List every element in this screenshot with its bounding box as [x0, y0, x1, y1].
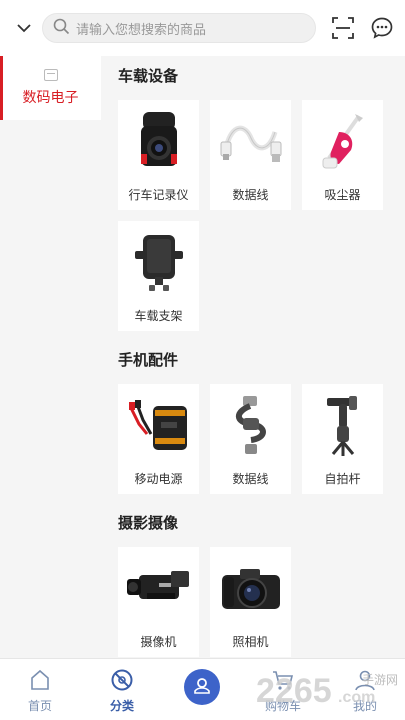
nav-item-category[interactable]: 分类: [87, 659, 157, 720]
nav-label: 首页: [27, 699, 52, 713]
product-name: 照相机: [232, 635, 269, 649]
product-card[interactable]: 自拍杆: [302, 384, 383, 494]
center-action-icon: [192, 675, 212, 699]
usb-cable-image: [217, 108, 285, 176]
active-indicator: [0, 56, 3, 120]
image-placeholder-icon: [43, 69, 58, 81]
chevron-down-icon[interactable]: [12, 16, 36, 40]
nav-label: 分类: [109, 699, 134, 713]
center-action-button[interactable]: [184, 669, 220, 705]
watermark-logo: 2265 .com 手游网: [254, 666, 404, 714]
section-title: 车载设备: [118, 67, 179, 85]
section-title: 手机配件: [118, 351, 179, 369]
product-grid-panel: 车载设备 行车记录仪 数据线 吸尘器 车载支架 手机配件 移动电源 数据线 自拍…: [101, 56, 405, 658]
product-card[interactable]: 数据线: [210, 384, 291, 494]
sidebar-item-label: 数码电子: [22, 90, 79, 106]
product-name: 数据线: [232, 472, 269, 486]
product-card[interactable]: 移动电源: [118, 384, 199, 494]
scan-icon[interactable]: [329, 14, 357, 42]
svg-text:2265: 2265: [256, 672, 332, 710]
selfie-stick-image: [309, 392, 377, 460]
product-card[interactable]: 行车记录仪: [118, 100, 199, 210]
category-icon: [110, 667, 134, 693]
product-card[interactable]: 照相机: [210, 547, 291, 657]
product-name: 车载支架: [134, 309, 183, 323]
search-input[interactable]: 请输入您想搜索的商品: [42, 13, 316, 43]
product-card[interactable]: 吸尘器: [302, 100, 383, 210]
section-title: 摄影摄像: [118, 514, 179, 532]
car-mount-image: [125, 229, 193, 297]
home-icon: [29, 667, 51, 693]
search-placeholder: 请输入您想搜索的商品: [76, 22, 207, 38]
vacuum-image: [309, 108, 377, 176]
product-card[interactable]: 摄像机: [118, 547, 199, 657]
svg-text:.com: .com: [338, 689, 375, 706]
product-name: 吸尘器: [324, 188, 361, 202]
product-name: 数据线: [232, 188, 269, 202]
product-name: 自拍杆: [324, 472, 361, 486]
product-card[interactable]: 数据线: [210, 100, 291, 210]
svg-text:手游网: 手游网: [362, 673, 398, 687]
product-name: 移动电源: [134, 472, 183, 486]
power-bank-image: [125, 392, 193, 460]
braided-cable-image: [217, 392, 285, 460]
product-card[interactable]: 车载支架: [118, 221, 199, 331]
product-name: 行车记录仪: [128, 188, 189, 202]
dashcam-image: [125, 108, 193, 176]
sidebar-item-digital-electronics[interactable]: 数码电子: [0, 56, 101, 120]
category-sidebar: 数码电子: [0, 56, 101, 658]
search-icon: [53, 18, 70, 39]
top-bar: 请输入您想搜索的商品: [0, 0, 405, 56]
product-name: 摄像机: [140, 635, 177, 649]
message-icon[interactable]: [368, 14, 396, 42]
nav-item-home[interactable]: 首页: [5, 659, 75, 720]
camcorder-image: [125, 555, 193, 623]
camera-image: [217, 555, 285, 623]
